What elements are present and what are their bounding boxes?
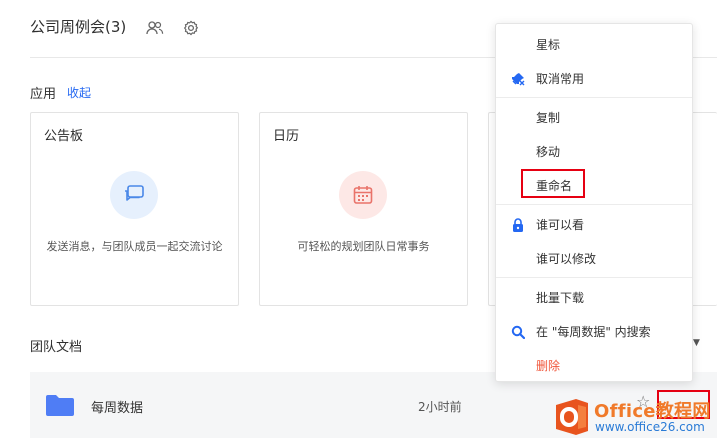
settings-gear-icon[interactable] — [181, 18, 201, 38]
menu-divider — [496, 204, 692, 205]
lock-icon — [511, 217, 525, 232]
members-icon[interactable] — [145, 18, 165, 38]
menu-item-unfavorite[interactable]: 取消常用 — [536, 70, 584, 87]
menu-item-delete[interactable]: 删除 — [536, 357, 560, 374]
menu-item-search-within[interactable]: 在 "每周数据" 内搜索 — [536, 323, 651, 340]
rename-highlight — [521, 169, 585, 198]
menu-item-batch-download[interactable]: 批量下载 — [536, 289, 584, 306]
context-menu: 星标 取消常用 复制 移动 重命名 谁可以看 谁可以修改 批量下载 在 "每周数… — [495, 23, 693, 382]
team-docs-label: 团队文档 — [30, 340, 83, 355]
calendar-card[interactable]: 日历 可轻松的规划团队日常事务 — [259, 112, 468, 306]
bulletin-board-card[interactable]: 公告板 发送消息，与团队成员一起交流讨论 — [30, 112, 239, 306]
page-title: 公司周例会(3) — [30, 18, 127, 36]
menu-item-who-can-view[interactable]: 谁可以看 — [536, 216, 584, 233]
sort-caret-icon[interactable]: ▼ — [693, 338, 700, 348]
office-logo-icon — [552, 397, 592, 437]
menu-item-move[interactable]: 移动 — [536, 143, 560, 160]
calendar-icon — [339, 171, 387, 219]
folder-name[interactable]: 每周数据 — [91, 397, 143, 416]
folder-icon — [46, 394, 74, 420]
card-description: 可轻松的规划团队日常事务 — [297, 240, 430, 253]
card-title: 日历 — [273, 129, 300, 144]
apps-section-label: 应用 — [30, 87, 57, 102]
menu-divider — [496, 277, 692, 278]
collapse-link[interactable]: 收起 — [67, 84, 91, 101]
watermark-url: www.office26.com — [595, 420, 705, 434]
menu-item-who-can-edit[interactable]: 谁可以修改 — [536, 250, 596, 267]
search-icon — [511, 324, 526, 340]
menu-divider — [496, 97, 692, 98]
card-description: 发送消息，与团队成员一起交流讨论 — [46, 240, 223, 253]
chat-bubble-icon — [110, 171, 158, 219]
menu-item-copy[interactable]: 复制 — [536, 109, 560, 126]
card-title: 公告板 — [44, 129, 84, 144]
modified-time: 2小时前 — [418, 400, 462, 414]
unpin-icon — [511, 71, 525, 86]
menu-item-star[interactable]: 星标 — [536, 36, 560, 53]
